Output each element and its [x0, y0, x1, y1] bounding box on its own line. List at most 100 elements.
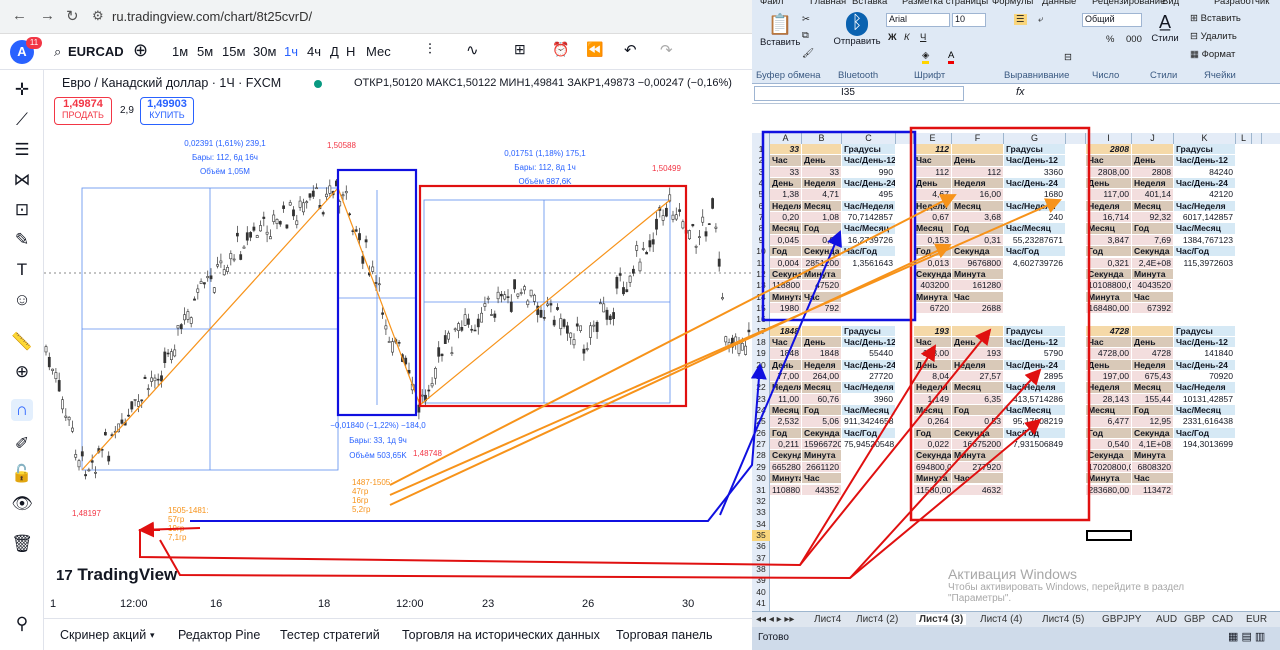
cell-cells-r9-c3[interactable]: Час/Год [842, 246, 896, 258]
cell-cells2-r7-c8[interactable]: Месяц [1086, 405, 1132, 417]
cell-cells2-r10-c3[interactable]: 75,94520548 [842, 439, 896, 451]
timeframe-8[interactable]: Мес [366, 44, 391, 59]
magnet-icon[interactable]: ∩ [11, 399, 33, 421]
cell-cells-r12-c8[interactable]: 10108800,00 [1086, 280, 1132, 292]
cell-cells2-r6-c1[interactable]: 60,76 [802, 393, 842, 405]
timeframe-6[interactable]: Д [330, 44, 339, 59]
cell-cells2-r3-c11[interactable]: Час/День-24 [1174, 359, 1236, 371]
font-color-icon[interactable]: A [948, 50, 955, 64]
cell-cells-r2-c7[interactable]: 3360 [1004, 166, 1066, 178]
alert-icon[interactable]: ⏰ [552, 41, 569, 58]
cell-cells-r10-c3[interactable]: 1,3561643 [842, 257, 896, 269]
cell-cells2-r0-c1[interactable] [802, 325, 842, 337]
selected-cell[interactable] [1086, 529, 1132, 542]
cell-cells-r4-c9[interactable]: 401,14 [1132, 189, 1174, 201]
chevron-down-icon[interactable]: ▾ [150, 630, 155, 641]
cell-cells2-r4-c9[interactable]: 675,43 [1132, 371, 1174, 383]
cell-cells2-r12-c1[interactable]: 2661120 [802, 461, 842, 474]
ruler-icon[interactable]: 📏 [11, 331, 33, 353]
cell-cells2-r3-c0[interactable]: День [770, 359, 802, 371]
cell-cells-r6-c1[interactable]: 1,08 [802, 212, 842, 224]
cell-cells2-r6-c3[interactable]: 3960 [842, 393, 896, 405]
cell-cells-r2-c1[interactable]: 33 [802, 166, 842, 178]
cell-cells2-r5-c8[interactable]: Неделя [1086, 382, 1132, 394]
row-header[interactable]: 25 [752, 416, 770, 427]
cell-cells-r0-c5[interactable] [952, 144, 1004, 156]
cell-cells2-r11-c3[interactable] [842, 450, 896, 462]
fib-icon[interactable]: ☰ [11, 139, 33, 161]
tab-screener[interactable]: Скринер акций [60, 628, 146, 642]
cell-cells2-r12-c7[interactable] [1004, 461, 1066, 474]
cell-cells-r13-c5[interactable]: Час [952, 291, 1004, 303]
cell-cells-r12-c3[interactable] [842, 280, 896, 292]
cell-cells2-r14-c5[interactable]: 4632 [952, 484, 1004, 496]
cell-cells2-r13-c9[interactable]: Час [1132, 473, 1174, 485]
cell-cells2-r1-c9[interactable]: День [1132, 336, 1174, 349]
cell-cells-r14-c7[interactable] [1004, 302, 1066, 315]
cell-cells-r6-c9[interactable]: 92,32 [1132, 212, 1174, 224]
cell-cells-r8-c7[interactable]: 55,23287671 [1004, 234, 1066, 247]
cell-cells2-r13-c11[interactable] [1174, 473, 1236, 485]
column-header[interactable] [1252, 133, 1262, 144]
cell-cells-r3-c7[interactable]: Час/День-24 [1004, 178, 1066, 190]
row-header[interactable]: 34 [752, 519, 770, 530]
cell-cells2-r8-c3[interactable]: 911,3424658 [842, 416, 896, 428]
cell-cells2-r14-c9[interactable]: 113472 [1132, 484, 1174, 496]
cell-cells-r11-c0[interactable]: Секунда [770, 268, 802, 281]
cell-cells2-r5-c4[interactable]: Неделя [914, 382, 952, 394]
cell-cells2-r8-c4[interactable]: 0,264 [914, 416, 952, 428]
cell-cells-r3-c5[interactable]: Неделя [952, 178, 1004, 190]
cell-cells-r13-c9[interactable]: Час [1132, 291, 1174, 303]
row-header[interactable]: 21 [752, 371, 770, 382]
cell-cells2-r2-c5[interactable]: 193 [952, 348, 1004, 360]
format-painter-icon[interactable]: 🖌 [802, 48, 814, 59]
row-header[interactable]: 11 [752, 258, 770, 269]
column-header[interactable] [896, 133, 914, 144]
timeframe-3[interactable]: 30м [253, 44, 276, 59]
cell-cells2-r10-c11[interactable]: 194,3013699 [1174, 439, 1236, 451]
row-header[interactable]: 23 [752, 394, 770, 405]
cell-cells-r8-c3[interactable]: 16,2739726 [842, 234, 896, 247]
font-size-select[interactable]: 10 [952, 13, 986, 27]
cell-cells-r7-c8[interactable]: Месяц [1086, 223, 1132, 235]
cell-cells2-r3-c9[interactable]: Неделя [1132, 359, 1174, 371]
cell-cells2-r3-c8[interactable]: День [1086, 359, 1132, 371]
cell-cells-r0-c9[interactable] [1132, 144, 1174, 156]
column-header[interactable]: K [1174, 133, 1236, 144]
cell-cells-r5-c11[interactable]: Час/Неделя [1174, 200, 1236, 213]
thousands-icon[interactable]: 000 [1126, 34, 1142, 45]
cell-cells2-r0-c7[interactable]: Градусы [1004, 325, 1066, 337]
cell-cells2-r13-c1[interactable]: Час [802, 473, 842, 485]
cell-cells-r0-c8[interactable]: 2808 [1086, 144, 1132, 156]
chart-type-icon[interactable]: ⫶ [428, 41, 432, 58]
cell-cells-r14-c11[interactable] [1174, 302, 1236, 315]
cell-cells2-r10-c8[interactable]: 0,540 [1086, 439, 1132, 451]
cell-cells-r13-c8[interactable]: Минута [1086, 291, 1132, 303]
cell-cells-r1-c7[interactable]: Час/День-12 [1004, 155, 1066, 167]
cell-cells2-r13-c5[interactable]: Час [952, 473, 1004, 485]
cell-cells2-r14-c4[interactable]: 11580,00 [914, 484, 952, 496]
cell-cells-r13-c4[interactable]: Минута [914, 291, 952, 303]
cell-cells-r0-c7[interactable]: Градусы [1004, 144, 1066, 156]
cell-cells-r5-c0[interactable]: Неделя [770, 200, 802, 213]
ribbon-tab[interactable]: Вид [1162, 0, 1179, 7]
lock-draw-icon[interactable]: ✐ [11, 433, 33, 455]
cell-cells2-r10-c9[interactable]: 4,1E+08 [1132, 439, 1174, 451]
row-header[interactable]: 4 [752, 178, 770, 189]
row-header[interactable]: 3 [752, 167, 770, 178]
cell-cells-r12-c7[interactable] [1004, 280, 1066, 292]
cell-cells-r11-c9[interactable]: Минута [1132, 268, 1174, 281]
cell-cells2-r4-c8[interactable]: 197,00 [1086, 371, 1132, 383]
url-text[interactable]: ru.tradingview.com/chart/8t25cvrD/ [112, 9, 312, 24]
sheet-tab[interactable]: EUR [1246, 614, 1267, 625]
row-header[interactable]: 14 [752, 292, 770, 303]
cell-cells-r8-c9[interactable]: 7,69 [1132, 234, 1174, 247]
add-symbol-icon[interactable]: ⊕ [133, 40, 148, 61]
cell-cells2-r7-c9[interactable]: Год [1132, 405, 1174, 417]
row-header[interactable]: 9 [752, 235, 770, 246]
cell-cells2-r10-c4[interactable]: 0,022 [914, 439, 952, 451]
cell-cells-r8-c8[interactable]: 3,847 [1086, 234, 1132, 247]
cell-cells-r1-c0[interactable]: Час [770, 155, 802, 167]
cell-cells-r10-c0[interactable]: 0,004 [770, 257, 802, 269]
cell-cells2-r11-c5[interactable]: Минута [952, 450, 1004, 462]
